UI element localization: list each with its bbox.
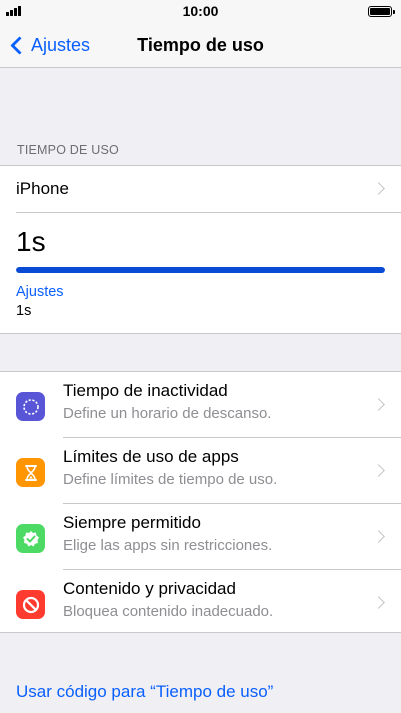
total-usage-time: 1s <box>16 226 46 257</box>
device-row-iphone[interactable]: iPhone <box>0 166 401 212</box>
setting-subtitle: Elige las apps sin restricciones. <box>63 537 273 554</box>
setting-title: Límites de uso de apps <box>63 447 239 466</box>
hourglass-icon <box>16 458 45 487</box>
device-label: iPhone <box>16 179 69 198</box>
downtime-icon <box>16 392 45 421</box>
checkmark-badge-icon <box>16 524 45 553</box>
setting-row-app-limits[interactable]: Límites de uso de apps Define límites de… <box>0 438 401 503</box>
page-title: Tiempo de uso <box>137 35 264 55</box>
setting-title: Tiempo de inactividad <box>63 381 228 400</box>
setting-title: Siempre permitido <box>63 513 201 532</box>
setting-row-content-privacy[interactable]: Contenido y privacidad Bloquea contenido… <box>0 570 401 635</box>
chevron-right-icon <box>372 530 385 543</box>
chevron-right-icon <box>372 182 385 195</box>
app-usage-name[interactable]: Ajustes <box>16 284 64 300</box>
navigation-bar: Ajustes Tiempo de uso <box>0 22 401 68</box>
settings-group: Tiempo de inactividad Define un horario … <box>0 371 401 633</box>
chevron-right-icon <box>372 596 385 609</box>
setting-title: Contenido y privacidad <box>63 579 236 598</box>
chevron-right-icon <box>372 398 385 411</box>
battery-icon <box>368 6 395 17</box>
status-bar: 10:00 <box>0 0 401 22</box>
setting-subtitle: Define límites de tiempo de uso. <box>63 471 278 488</box>
setting-row-downtime[interactable]: Tiempo de inactividad Define un horario … <box>0 372 401 437</box>
divider <box>16 212 401 213</box>
setting-subtitle: Define un horario de descanso. <box>63 405 272 422</box>
setting-subtitle: Bloquea contenido inadecuado. <box>63 603 274 620</box>
setting-row-always-allowed[interactable]: Siempre permitido Elige las apps sin res… <box>0 504 401 569</box>
usage-group: iPhone 1s Ajustes 1s <box>0 165 401 334</box>
chevron-right-icon <box>372 464 385 477</box>
usage-bar <box>16 267 385 273</box>
section-header-usage: TIEMPO DE USO <box>17 143 119 157</box>
app-usage-time: 1s <box>16 303 32 319</box>
restriction-icon <box>16 590 45 619</box>
use-passcode-link[interactable]: Usar código para “Tiempo de uso” <box>16 682 273 702</box>
usage-bar-fill <box>16 267 385 273</box>
status-time: 10:00 <box>182 3 219 19</box>
